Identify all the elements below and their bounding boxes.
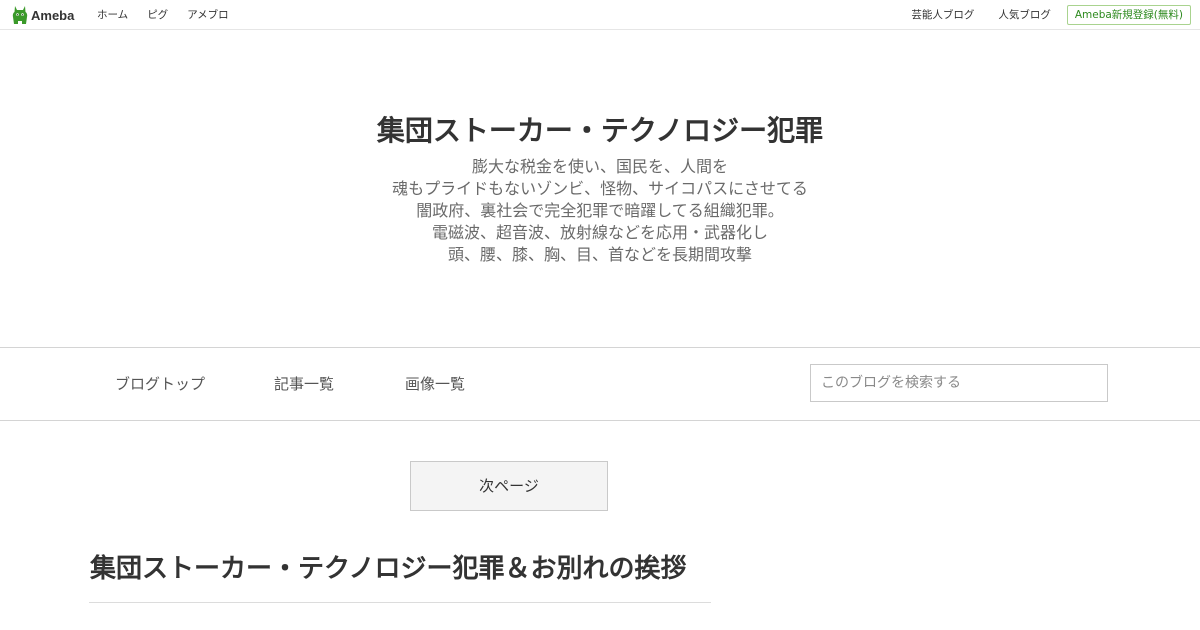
blog-nav-top[interactable]: ブログトップ xyxy=(115,348,205,420)
global-nav-left: ホーム ピグ アメブロ xyxy=(97,0,229,29)
blog-description-line: 頭、腰、膝、胸、目、首などを長期間攻撃 xyxy=(447,245,752,264)
popular-blog-link[interactable]: 人気ブログ xyxy=(998,7,1051,22)
global-nav-right: 芸能人ブログ 人気ブログ Ameba新規登録(無料) xyxy=(911,0,1191,29)
global-header: Ameba ホーム ピグ アメブロ 芸能人ブログ 人気ブログ Ameba新規登録… xyxy=(0,0,1200,30)
blog-search-input[interactable] xyxy=(810,364,1108,402)
next-page-button[interactable]: 次ページ xyxy=(410,461,608,511)
blog-nav-image-list[interactable]: 画像一覧 xyxy=(405,348,465,420)
global-nav-ameblo[interactable]: アメブロ xyxy=(187,7,228,22)
global-nav-home[interactable]: ホーム xyxy=(97,7,128,22)
ameba-logo[interactable]: Ameba xyxy=(12,5,74,25)
logo-text: Ameba xyxy=(31,7,75,23)
blog-description-line: 魂もプライドもないゾンビ、怪物、サイコパスにさせてる xyxy=(392,179,808,198)
article-divider xyxy=(89,602,711,603)
ameba-mascot-icon xyxy=(12,6,28,24)
blog-title[interactable]: 集団ストーカー・テクノロジー犯罪 xyxy=(0,109,1200,149)
register-button[interactable]: Ameba新規登録(無料) xyxy=(1066,4,1191,25)
blog-description-line: 闇政府、裏社会で完全犯罪で暗躍してる組織犯罪。 xyxy=(416,201,784,220)
blog-description: 膨大な税金を使い、国民を、人間を 魂もプライドもないゾンビ、怪物、サイコパスにさ… xyxy=(0,156,1200,266)
blog-description-line: 膨大な税金を使い、国民を、人間を xyxy=(471,157,728,176)
blog-nav: ブログトップ 記事一覧 画像一覧 xyxy=(0,347,1200,421)
celebrity-blog-link[interactable]: 芸能人ブログ xyxy=(911,7,974,22)
blog-nav-entry-list[interactable]: 記事一覧 xyxy=(274,348,334,420)
blog-description-line: 電磁波、超音波、放射線などを応用・武器化し xyxy=(431,223,768,242)
blog-header: 集団ストーカー・テクノロジー犯罪 膨大な税金を使い、国民を、人間を 魂もプライド… xyxy=(0,30,1200,347)
article-title[interactable]: 集団ストーカー・テクノロジー犯罪＆お別れの挨拶 xyxy=(90,548,686,585)
global-nav-pigg[interactable]: ピグ xyxy=(147,7,168,22)
